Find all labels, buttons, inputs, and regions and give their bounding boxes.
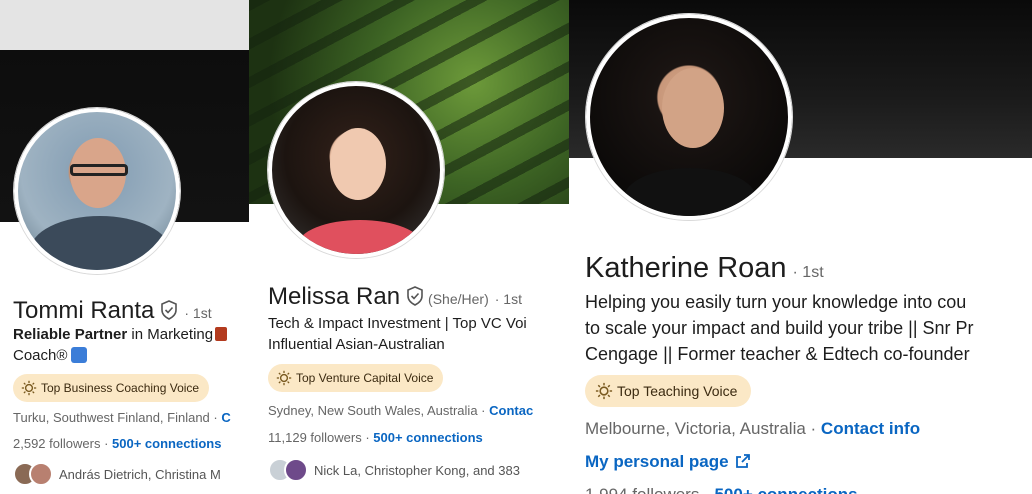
profile-name[interactable]: Melissa Ran (She/Her) · 1st <box>268 283 522 311</box>
profile-name-text[interactable]: Tommi Ranta <box>13 297 154 324</box>
verified-shield-icon <box>161 300 178 320</box>
emoji-icon <box>71 347 88 363</box>
connections-link[interactable]: 500+ connections <box>373 430 482 445</box>
external-link-icon[interactable] <box>735 453 751 469</box>
connections-link[interactable]: 500+ connections <box>112 436 221 451</box>
avatar-clothing <box>624 168 756 216</box>
verified-shield-icon <box>407 286 423 306</box>
headline-line3: Cengage || Former teacher & Edtech co-fo… <box>585 344 970 364</box>
avatar-clothing <box>298 220 422 254</box>
followers-count: 1,994 followers <box>585 485 699 494</box>
contact-info-link[interactable]: Contac <box>489 403 533 418</box>
voice-badge-label: Top Venture Capital Voice <box>296 371 434 385</box>
profile-headline: Tech & Impact Investment | Top VC Voi In… <box>268 313 527 355</box>
profile-stats: 11,129 followers · 500+ connections <box>268 430 483 445</box>
headline-line2: to scale your impact and build your trib… <box>585 318 974 338</box>
location-text: Turku, Southwest Finland, Finland <box>13 410 210 425</box>
voice-badge-label: Top Teaching Voice <box>617 383 738 399</box>
followers-count: 2,592 followers <box>13 436 101 451</box>
headline-line2: Influential Asian-Australian <box>268 336 445 353</box>
location-text: Melbourne, Victoria, Australia <box>585 419 806 438</box>
profile-avatar[interactable] <box>14 108 180 274</box>
headline-line2: Coach® <box>13 347 68 364</box>
bulb-icon <box>276 370 292 386</box>
mutual-connections[interactable]: Nick La, Christopher Kong, and 383 <box>268 458 520 482</box>
mutual-avatar <box>29 462 53 486</box>
personal-page[interactable]: My personal page <box>585 452 751 472</box>
avatar-face <box>330 128 386 200</box>
headline-line1: Helping you easily turn your knowledge i… <box>585 292 967 312</box>
pronouns: (She/Her) <box>428 291 489 307</box>
followers-count: 11,129 followers <box>268 430 362 445</box>
voice-badge-label: Top Business Coaching Voice <box>41 381 200 395</box>
profile-avatar[interactable] <box>268 82 444 258</box>
connections-link[interactable]: 500+ connections <box>714 485 857 494</box>
contact-info-link[interactable]: C <box>221 410 230 425</box>
top-voice-badge[interactable]: Top Venture Capital Voice <box>268 364 444 392</box>
bulb-icon <box>595 382 613 400</box>
profile-headline: Helping you easily turn your knowledge i… <box>585 289 974 367</box>
headline-text: in Marketing <box>127 326 214 343</box>
avatar-clothing <box>30 216 170 270</box>
location-text: Sydney, New South Wales, Australia <box>268 403 478 418</box>
profile-headline: Reliable Partner in Marketing Coach® <box>13 324 228 366</box>
avatar-glasses <box>70 164 128 176</box>
profile-stats: 2,592 followers · 500+ connections <box>13 436 222 451</box>
top-voice-badge[interactable]: Top Teaching Voice <box>585 375 752 407</box>
headline-line1: Tech & Impact Investment | Top VC Voi <box>268 315 527 332</box>
bulb-icon <box>21 380 37 396</box>
mutual-names: Nick La, Christopher Kong, and 383 <box>314 462 520 478</box>
profile-avatar[interactable] <box>586 14 792 220</box>
profile-name-text[interactable]: Katherine Roan <box>585 252 787 284</box>
profile-name[interactable]: Katherine Roan · 1st <box>585 252 824 285</box>
connection-degree: · 1st <box>494 291 522 307</box>
personal-page-link[interactable]: My personal page <box>585 452 729 471</box>
headline-bold: Reliable Partner <box>13 326 128 343</box>
profile-name[interactable]: Tommi Ranta · 1st <box>13 297 212 325</box>
avatar-face <box>662 68 724 148</box>
mutual-avatar <box>284 458 308 482</box>
contact-info-link[interactable]: Contact info <box>821 419 920 438</box>
connection-degree: · 1st <box>184 305 212 321</box>
connection-degree: · 1st <box>792 264 824 281</box>
profile-name-text[interactable]: Melissa Ran <box>268 283 400 310</box>
mutual-names: András Dietrich, Christina M <box>59 466 221 482</box>
profile-location: Turku, Southwest Finland, Finland · C <box>13 410 231 425</box>
mutual-connections[interactable]: András Dietrich, Christina M <box>13 462 221 486</box>
profile-stats: 1,994 followers · 500+ connections <box>585 485 858 494</box>
top-voice-badge[interactable]: Top Business Coaching Voice <box>13 374 210 402</box>
profile-location: Sydney, New South Wales, Australia · Con… <box>268 403 534 418</box>
profile-location: Melbourne, Victoria, Australia · Contact… <box>585 419 921 438</box>
emoji-icon <box>215 327 228 341</box>
